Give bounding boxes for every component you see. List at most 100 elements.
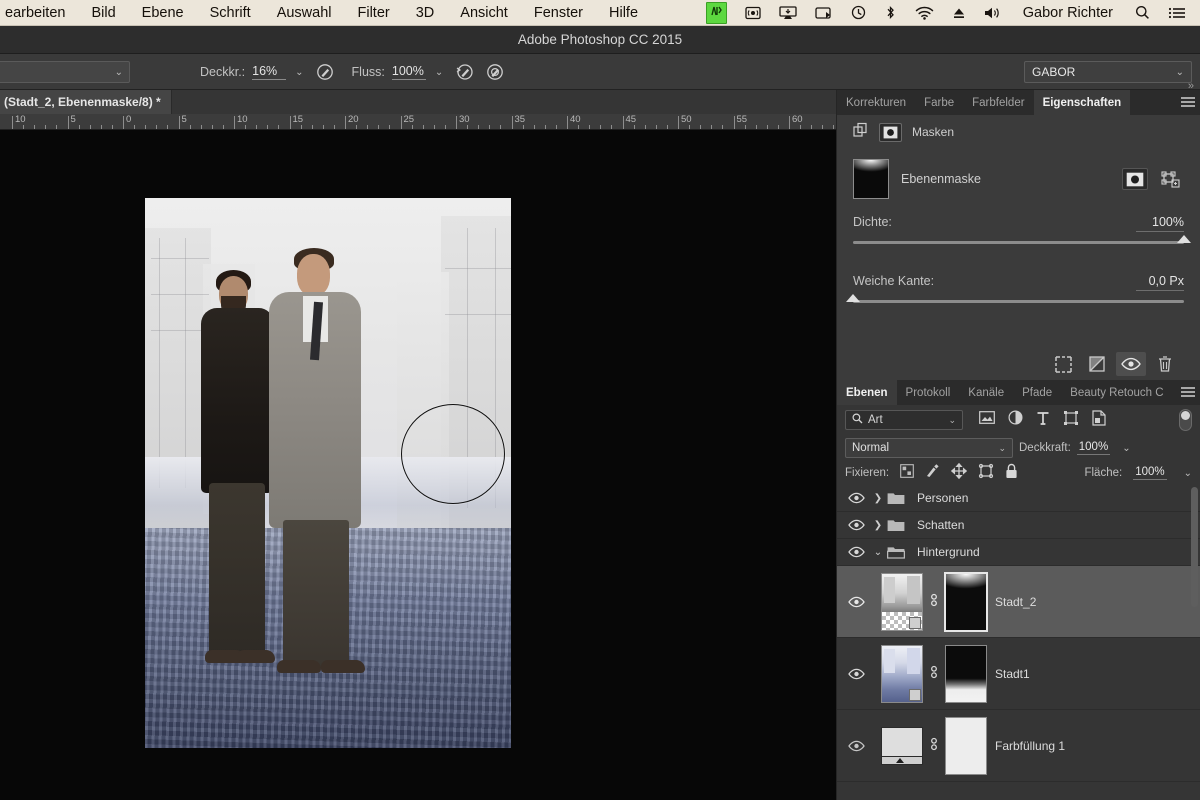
visibility-toggle-eye-icon[interactable]: [843, 596, 869, 608]
tab-eigenschaften[interactable]: Eigenschaften: [1033, 90, 1131, 115]
layer-mask-thumbnail[interactable]: [853, 159, 889, 199]
lock-image-icon[interactable]: [925, 463, 940, 483]
shape-filter-icon[interactable]: [1063, 410, 1079, 431]
tab-pfade[interactable]: Pfade: [1013, 380, 1061, 405]
menu-bearbeiten[interactable]: earbeiten: [0, 0, 78, 25]
lock-artboard-icon[interactable]: [978, 463, 994, 484]
filter-enable-toggle[interactable]: [1179, 409, 1192, 431]
lock-position-icon[interactable]: [950, 462, 968, 484]
lock-transparency-icon[interactable]: [900, 463, 914, 483]
layer-row-personen[interactable]: ❯ Personen: [837, 485, 1200, 512]
fill-value[interactable]: 100%: [1133, 466, 1167, 480]
eject-icon[interactable]: [944, 0, 974, 25]
tab-protokoll[interactable]: Protokoll: [897, 380, 960, 405]
menu-hilfe[interactable]: Hilfe: [596, 0, 651, 25]
document-image[interactable]: [145, 198, 511, 748]
tab-kanaele[interactable]: Kanäle: [959, 380, 1013, 405]
opacity-chevron-down-icon[interactable]: ⌄: [1122, 443, 1130, 454]
layer-row-schatten[interactable]: ❯ Schatten: [837, 512, 1200, 539]
density-value[interactable]: 100%: [1136, 215, 1184, 232]
lock-all-icon[interactable]: [1005, 463, 1018, 484]
opacity-value[interactable]: 16%: [252, 64, 287, 80]
pixel-mask-icon[interactable]: [1122, 168, 1148, 190]
adjustment-filter-icon[interactable]: [1008, 410, 1023, 430]
control-center-list-icon[interactable]: [1160, 0, 1194, 25]
pressure-opacity-icon[interactable]: [316, 63, 334, 81]
pressure-size-icon[interactable]: [486, 63, 504, 81]
vector-mask-icon[interactable]: [1158, 168, 1184, 190]
menu-bild[interactable]: Bild: [78, 0, 128, 25]
menu-schrift[interactable]: Schrift: [197, 0, 264, 25]
layer-row-stadt1[interactable]: Stadt1: [837, 638, 1200, 710]
layer-filter-kind-select[interactable]: Art ⌄: [845, 410, 963, 430]
fill-layer-thumbnail[interactable]: [881, 726, 923, 765]
layer-mask-thumbnail[interactable]: [945, 644, 987, 703]
wifi-icon[interactable]: [907, 0, 942, 25]
tab-farbfelder[interactable]: Farbfelder: [963, 90, 1033, 115]
layer-thumbnail[interactable]: [881, 644, 923, 703]
flow-value[interactable]: 100%: [391, 64, 426, 80]
layers-scrollbar[interactable]: [1191, 487, 1198, 607]
visibility-toggle-eye-icon[interactable]: [843, 492, 869, 504]
pixel-filter-icon[interactable]: [979, 411, 995, 429]
workspace-select[interactable]: GABOR ⌄: [1024, 61, 1192, 83]
mask-selection-icon[interactable]: [1048, 352, 1078, 376]
feather-slider[interactable]: [846, 294, 1184, 303]
layer-row-hintergrund[interactable]: ⌄ Hintergrund: [837, 539, 1200, 566]
density-slider[interactable]: [853, 235, 1191, 244]
airbrush-icon[interactable]: [455, 63, 474, 81]
pixel-mask-icon[interactable]: [879, 122, 902, 142]
volume-icon[interactable]: [976, 0, 1009, 25]
feather-slider-knob[interactable]: [846, 294, 860, 302]
bluetooth-icon[interactable]: [876, 0, 905, 25]
display-mirror-icon[interactable]: [771, 0, 805, 25]
tab-beauty-retouch[interactable]: Beauty Retouch C: [1061, 380, 1172, 405]
blend-mode-select[interactable]: Normal ⌄: [845, 438, 1013, 458]
menu-filter[interactable]: Filter: [345, 0, 403, 25]
tab-farbe[interactable]: Farbe: [915, 90, 963, 115]
chevron-down-icon[interactable]: ⌄: [869, 547, 887, 558]
menu-ansicht[interactable]: Ansicht: [447, 0, 521, 25]
chevron-right-icon[interactable]: ❯: [869, 493, 887, 504]
link-icon[interactable]: [929, 664, 939, 683]
toggle-mask-icon[interactable]: [1116, 352, 1146, 376]
collapse-panels-icon[interactable]: »: [1188, 80, 1194, 92]
menu-ebene[interactable]: Ebene: [129, 0, 197, 25]
layer-mask-thumbnail[interactable]: [944, 571, 988, 632]
layer-mask-thumbnail[interactable]: [945, 716, 987, 775]
layer-row-farbfuellung-1[interactable]: Farbfüllung 1: [837, 710, 1200, 782]
search-icon[interactable]: [1127, 0, 1158, 25]
chevron-right-icon[interactable]: ❯: [869, 520, 887, 531]
visibility-toggle-eye-icon[interactable]: [843, 668, 869, 680]
invert-mask-icon[interactable]: [1082, 352, 1112, 376]
feather-value[interactable]: 0,0 Px: [1136, 274, 1184, 291]
link-icon[interactable]: [929, 592, 939, 611]
tab-ebenen[interactable]: Ebenen: [837, 380, 897, 405]
opacity-chevron-down-icon[interactable]: ⌄: [295, 67, 303, 78]
horizontal-ruler[interactable]: 10 5 0 5 10 15 20 25 30 35 40 45 50 55 60: [0, 114, 836, 130]
layer-opacity-value[interactable]: 100%: [1076, 441, 1111, 455]
panel-menu-icon[interactable]: [1180, 95, 1196, 109]
menu-3d[interactable]: 3D: [403, 0, 448, 25]
canvas-area[interactable]: [0, 130, 836, 800]
time-machine-icon[interactable]: [843, 0, 874, 25]
type-filter-icon[interactable]: [1036, 411, 1050, 430]
visibility-toggle-eye-icon[interactable]: [843, 740, 869, 752]
menu-auswahl[interactable]: Auswahl: [264, 0, 345, 25]
layer-row-stadt-2[interactable]: Stadt_2: [837, 566, 1200, 638]
green-app-icon[interactable]: [698, 0, 735, 25]
visibility-toggle-eye-icon[interactable]: [843, 546, 869, 558]
link-icon[interactable]: [929, 736, 939, 755]
panel-menu-icon[interactable]: [1180, 385, 1196, 399]
document-tab[interactable]: (Stadt_2, Ebenenmaske/8) *: [0, 90, 172, 114]
airplay-audio-icon[interactable]: [737, 0, 769, 25]
fill-chevron-down-icon[interactable]: ⌄: [1184, 468, 1192, 479]
visibility-toggle-eye-icon[interactable]: [843, 519, 869, 531]
density-slider-knob[interactable]: [1177, 235, 1191, 243]
flow-chevron-down-icon[interactable]: ⌄: [435, 67, 443, 78]
layer-thumbnail[interactable]: [881, 572, 923, 631]
delete-mask-icon[interactable]: [1150, 352, 1180, 376]
tab-korrekturen[interactable]: Korrekturen: [837, 90, 915, 115]
screen-share-icon[interactable]: [807, 0, 841, 25]
smartobject-filter-icon[interactable]: [1092, 409, 1106, 431]
